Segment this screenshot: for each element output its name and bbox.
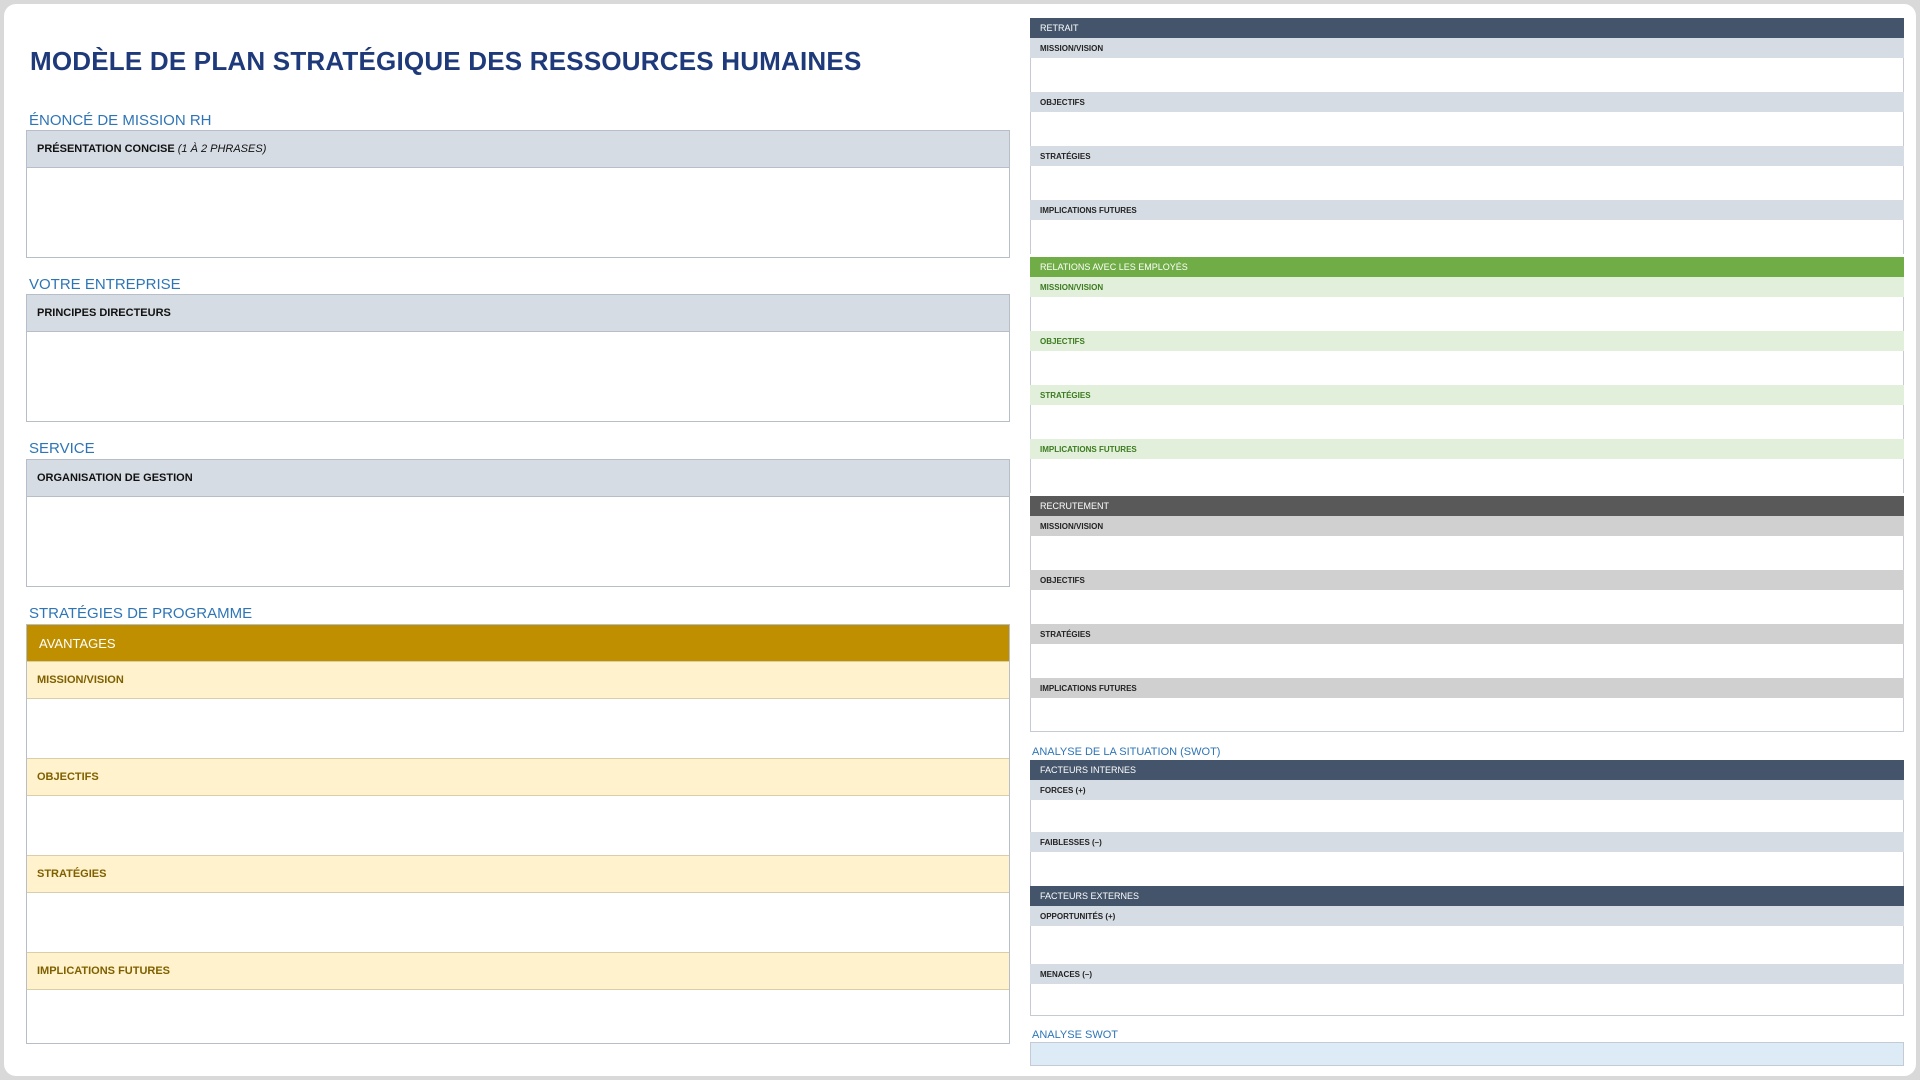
retrait-input-mission[interactable] [1030,58,1904,92]
retrait-row-strategies: STRATÉGIES [1030,146,1904,166]
swot-analysis-area[interactable] [1030,1042,1904,1066]
mission-box: PRÉSENTATION CONCISE (1 À 2 PHRASES) [26,130,1010,258]
document-page: MODÈLE DE PLAN STRATÉGIQUE DES RESSOURCE… [4,4,1916,1076]
section-label-swot-situation: ANALYSE DE LA SITUATION (SWOT) [1032,746,1221,758]
relations-input-implications[interactable] [1030,459,1904,493]
entreprise-header: PRINCIPES DIRECTEURS [27,295,1009,332]
swot-situation-section: FACTEURS INTERNES FORCES (+) FAIBLESSES … [1030,760,1904,1016]
recrutement-row-objectifs: OBJECTIFS [1030,570,1904,590]
relations-input-objectifs[interactable] [1030,351,1904,385]
entreprise-input-area[interactable] [27,332,1009,422]
recrutement-input-objectifs[interactable] [1030,590,1904,624]
relations-section: RELATIONS AVEC LES EMPLOYÉS MISSION/VISI… [1030,257,1904,493]
service-header: ORGANISATION DE GESTION [27,460,1009,497]
retrait-row-objectifs: OBJECTIFS [1030,92,1904,112]
retrait-section: RETRAIT MISSION/VISION OBJECTIFS STRATÉG… [1030,18,1904,254]
avantages-input-mission[interactable] [27,699,1009,758]
relations-input-strategies[interactable] [1030,405,1904,439]
avantages-row-objectifs: OBJECTIFS [27,758,1009,796]
page-title: MODÈLE DE PLAN STRATÉGIQUE DES RESSOURCE… [30,46,862,76]
menaces-row: MENACES (–) [1030,964,1904,984]
relations-row-implications: IMPLICATIONS FUTURES [1030,439,1904,459]
recrutement-section: RECRUTEMENT MISSION/VISION OBJECTIFS STR… [1030,496,1904,732]
recrutement-input-implications[interactable] [1030,698,1904,732]
service-input-area[interactable] [27,497,1009,587]
relations-row-objectifs: OBJECTIFS [1030,331,1904,351]
mission-header: PRÉSENTATION CONCISE (1 À 2 PHRASES) [27,131,1009,168]
section-label-mission: ÉNONCÉ DE MISSION RH [29,112,212,129]
faiblesses-input[interactable] [1030,852,1904,886]
service-box: ORGANISATION DE GESTION [26,459,1010,587]
mission-header-label: PRÉSENTATION CONCISE [37,143,175,155]
opportunites-input[interactable] [1030,926,1904,964]
relations-row-mission: MISSION/VISION [1030,277,1904,297]
section-label-programme: STRATÉGIES DE PROGRAMME [29,605,253,622]
retrait-row-mission: MISSION/VISION [1030,38,1904,58]
avantages-box: AVANTAGES MISSION/VISION OBJECTIFS STRAT… [26,624,1010,1044]
section-label-service: SERVICE [29,440,95,457]
faiblesses-row: FAIBLESSES (–) [1030,832,1904,852]
relations-header: RELATIONS AVEC LES EMPLOYÉS [1030,257,1904,277]
retrait-input-implications[interactable] [1030,220,1904,254]
avantages-input-implications[interactable] [27,990,1009,1049]
recrutement-row-strategies: STRATÉGIES [1030,624,1904,644]
retrait-input-objectifs[interactable] [1030,112,1904,146]
recrutement-row-implications: IMPLICATIONS FUTURES [1030,678,1904,698]
recrutement-input-strategies[interactable] [1030,644,1904,678]
forces-row: FORCES (+) [1030,780,1904,800]
section-label-swot: ANALYSE SWOT [1032,1029,1118,1041]
retrait-input-strategies[interactable] [1030,166,1904,200]
avantages-input-objectifs[interactable] [27,796,1009,855]
opportunites-row: OPPORTUNITÉS (+) [1030,906,1904,926]
mission-header-note: (1 À 2 PHRASES) [177,143,267,155]
avantages-input-strategies[interactable] [27,893,1009,952]
forces-input[interactable] [1030,800,1904,832]
recrutement-input-mission[interactable] [1030,536,1904,570]
recrutement-row-mission: MISSION/VISION [1030,516,1904,536]
relations-input-mission[interactable] [1030,297,1904,331]
recrutement-header: RECRUTEMENT [1030,496,1904,516]
menaces-input[interactable] [1030,984,1904,1016]
entreprise-box: PRINCIPES DIRECTEURS [26,294,1010,422]
avantages-row-implications: IMPLICATIONS FUTURES [27,952,1009,990]
relations-row-strategies: STRATÉGIES [1030,385,1904,405]
avantages-row-strategies: STRATÉGIES [27,855,1009,893]
retrait-row-implications: IMPLICATIONS FUTURES [1030,200,1904,220]
avantages-header: AVANTAGES [27,625,1009,661]
section-label-entreprise: VOTRE ENTREPRISE [29,276,181,293]
mission-input-area[interactable] [27,168,1009,258]
retrait-header: RETRAIT [1030,18,1904,38]
avantages-row-mission: MISSION/VISION [27,661,1009,699]
facteurs-externes-header: FACTEURS EXTERNES [1030,886,1904,906]
facteurs-internes-header: FACTEURS INTERNES [1030,760,1904,780]
